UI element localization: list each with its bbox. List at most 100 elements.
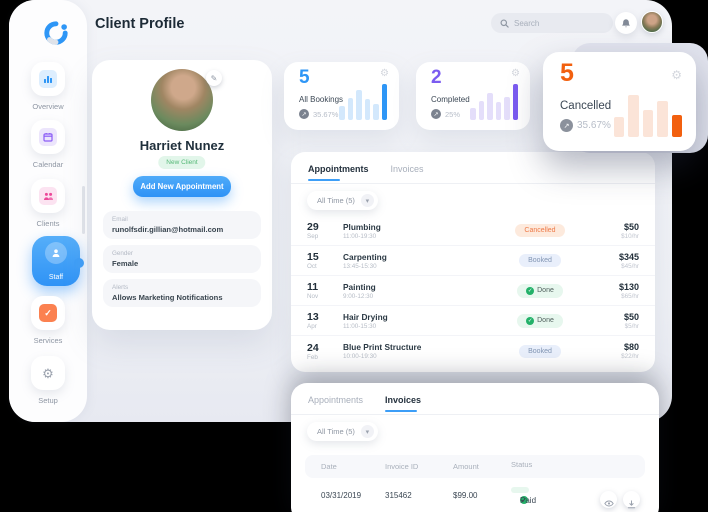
view-invoice-button[interactable] bbox=[600, 491, 617, 508]
client-profile-card: ✎ Harriet Nunez New Client Add New Appoi… bbox=[92, 60, 272, 330]
appointment-row[interactable]: 29 Sep Plumbing 11:00-19:30 Cancelled $50 $… bbox=[291, 216, 655, 246]
download-icon bbox=[627, 500, 636, 509]
sidebar-item-overview[interactable]: Overview bbox=[9, 62, 87, 111]
search-icon bbox=[500, 18, 509, 28]
edit-photo-button[interactable]: ✎ bbox=[206, 70, 222, 86]
filter-label: All Time (5) bbox=[317, 427, 355, 436]
logo-swirl-icon bbox=[43, 20, 69, 46]
invoice-row[interactable]: 03/31/2019 315462 $99.00 ✓ Paid bbox=[305, 482, 645, 512]
sidebar-scrollbar[interactable] bbox=[82, 186, 85, 234]
stat-value: 5 bbox=[560, 59, 574, 87]
field-label: Alerts bbox=[112, 284, 129, 291]
row-month: Feb bbox=[307, 353, 318, 361]
time-filter-dropdown[interactable]: All Time (5) ▾ bbox=[307, 191, 378, 210]
user-avatar[interactable] bbox=[641, 11, 663, 33]
eye-icon bbox=[603, 500, 614, 507]
row-amount: $50 bbox=[623, 221, 639, 232]
app-logo[interactable] bbox=[33, 10, 79, 56]
stat-value: 5 bbox=[299, 67, 310, 88]
row-time: 11:00-19:30 bbox=[343, 232, 377, 240]
stat-card-cancelled: 5 ⚙ Cancelled ↗ 35.67% bbox=[543, 52, 696, 151]
bell-icon bbox=[621, 18, 631, 29]
gear-icon[interactable]: ⚙ bbox=[511, 68, 520, 79]
row-title: Blue Print Structure bbox=[343, 342, 422, 352]
row-rate: $22/hr bbox=[621, 353, 639, 360]
search-input[interactable]: Search bbox=[491, 13, 613, 33]
appointments-panel: Appointments Invoices All Time (5) ▾ 29 S… bbox=[291, 152, 655, 372]
check-icon: ✓ bbox=[526, 316, 535, 325]
overview-chart-icon bbox=[39, 70, 57, 88]
download-invoice-button[interactable] bbox=[623, 491, 640, 509]
row-day: 24 bbox=[307, 341, 319, 354]
status-badge: ✓ Paid bbox=[511, 487, 536, 505]
sidebar-item-staff-active[interactable]: Staff bbox=[32, 236, 84, 286]
staff-person-icon bbox=[51, 248, 61, 258]
status-badge: Cancelled bbox=[515, 224, 565, 237]
sidebar-item-label: Setup bbox=[38, 396, 58, 405]
row-day: 13 bbox=[307, 311, 319, 323]
appointment-row[interactable]: 13 Apr Hair Drying 11:00-15:30 ✓ Done $50 $5… bbox=[291, 306, 655, 336]
row-rate: $5/hr bbox=[624, 322, 639, 330]
column-header-amount: Amount bbox=[453, 462, 479, 471]
row-rate: $65/hr bbox=[621, 292, 639, 300]
appointment-row[interactable]: 15 Oct Carpenting 13:45-15:30 Booked $345 $… bbox=[291, 246, 655, 276]
invoice-table-header: Date Invoice ID Amount Status bbox=[305, 455, 645, 478]
pencil-icon: ✎ bbox=[210, 73, 218, 83]
status-badge: Booked bbox=[519, 254, 561, 267]
row-amount: $80 bbox=[623, 342, 639, 352]
services-check-icon: ✓ bbox=[39, 304, 57, 322]
column-header-date: Date bbox=[321, 462, 337, 471]
tab-appointments[interactable]: Appointments bbox=[308, 164, 369, 181]
row-rate: $45/hr bbox=[621, 262, 639, 270]
stat-label: Cancelled bbox=[560, 100, 612, 112]
status-badge: ✓ Done bbox=[517, 313, 563, 328]
divider bbox=[291, 183, 655, 184]
gender-field[interactable]: Gender Female bbox=[103, 245, 261, 273]
gear-icon[interactable]: ⚙ bbox=[671, 68, 682, 82]
notifications-button[interactable] bbox=[615, 12, 637, 34]
stat-value: 2 bbox=[431, 67, 442, 88]
new-client-badge: New Client bbox=[158, 156, 206, 169]
sidebar-item-label: Services bbox=[33, 336, 63, 345]
row-time: 10:00-19:30 bbox=[343, 353, 377, 360]
gear-icon[interactable]: ⚙ bbox=[380, 68, 389, 79]
row-amount: $50 bbox=[623, 311, 639, 322]
invoice-amount: $99.00 bbox=[453, 491, 478, 500]
tab-invoices[interactable]: Invoices bbox=[391, 164, 424, 181]
stat-card-all-bookings: 5 ⚙ All Bookings ↗ 35.67% bbox=[284, 62, 399, 130]
stat-label: All Bookings bbox=[299, 95, 344, 104]
status-badge: Booked bbox=[519, 344, 561, 358]
client-photo bbox=[151, 69, 213, 131]
stat-label: Completed bbox=[431, 95, 470, 104]
chevron-down-icon: ▾ bbox=[360, 194, 374, 207]
sidebar-item-calendar[interactable]: Calendar bbox=[9, 120, 87, 169]
row-day: 15 bbox=[307, 251, 319, 263]
column-header-status: Status bbox=[511, 460, 533, 469]
appointment-row[interactable]: 11 Nov Painting 9:00-12:30 ✓ Done $130 $65/h… bbox=[291, 276, 655, 306]
tab-appointments[interactable]: Appointments bbox=[308, 395, 363, 412]
appointment-row[interactable]: 24 Feb Blue Print Structure 10:00-19:30 Bo… bbox=[291, 336, 655, 366]
row-day: 11 bbox=[307, 281, 319, 293]
row-day: 29 bbox=[307, 221, 319, 233]
sidebar: Overview Calendar Clients Staff ✓ Servic… bbox=[9, 0, 87, 422]
calendar-icon bbox=[39, 128, 57, 146]
time-filter-dropdown[interactable]: All Time (5) ▾ bbox=[307, 422, 378, 441]
trend-arrow-icon: ↗ bbox=[560, 119, 573, 132]
sidebar-item-label: Staff bbox=[48, 274, 64, 281]
status-badge: ✓ Done bbox=[517, 283, 563, 298]
trend-arrow-icon: ↗ bbox=[299, 109, 309, 119]
sidebar-item-services[interactable]: ✓ Services bbox=[9, 296, 87, 345]
sidebar-item-clients[interactable]: Clients bbox=[9, 179, 87, 228]
row-month: Oct bbox=[307, 263, 317, 270]
row-time: 9:00-12:30 bbox=[343, 292, 374, 300]
email-field[interactable]: Email runolfsdir.gillian@hotmail.com bbox=[103, 211, 261, 239]
page-title: Client Profile bbox=[95, 16, 185, 32]
alerts-field[interactable]: Alerts Allows Marketing Notifications bbox=[103, 279, 261, 307]
sidebar-item-label: Calendar bbox=[32, 160, 64, 169]
setup-gear-icon: ⚙ bbox=[42, 365, 54, 381]
mini-bar-chart bbox=[339, 84, 387, 120]
mini-bar-chart bbox=[470, 84, 518, 120]
sidebar-item-setup[interactable]: ⚙ Setup bbox=[9, 356, 87, 405]
tab-invoices[interactable]: Invoices bbox=[385, 395, 421, 412]
add-new-appointment-button[interactable]: Add New Appointment bbox=[133, 176, 231, 197]
